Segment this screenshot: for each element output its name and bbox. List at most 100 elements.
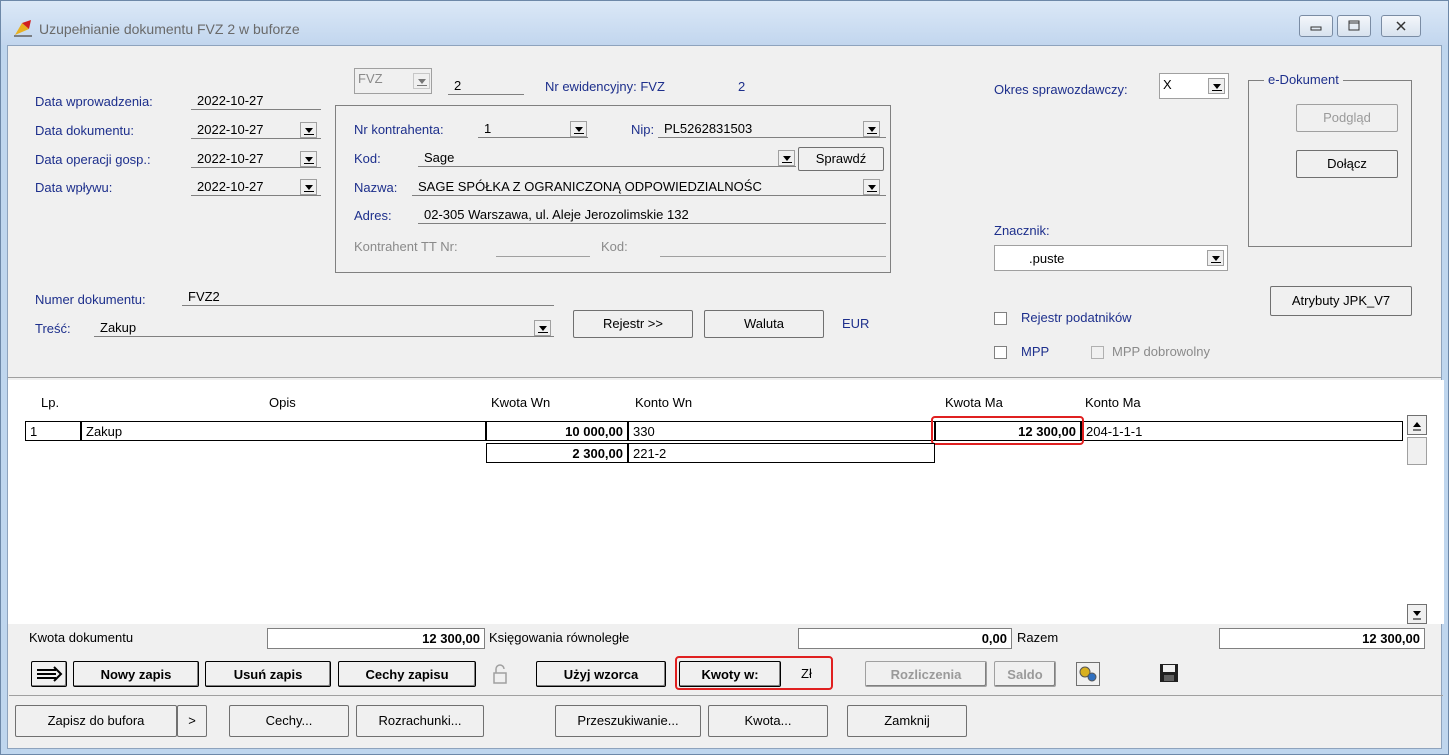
kod-dropdown-icon[interactable]: [778, 150, 795, 166]
data-wplywu-dropdown-icon[interactable]: [300, 179, 317, 195]
scroll-up-button[interactable]: [1407, 415, 1427, 435]
col-header-konto-ma: Konto Ma: [1085, 395, 1141, 410]
mpp-label: MPP: [1021, 344, 1050, 359]
kwota-button[interactable]: Kwota...: [708, 705, 828, 737]
data-wprowadzenia-label: Data wprowadzenia:: [35, 94, 153, 109]
okres-label: Okres sprawozdawczy:: [994, 82, 1128, 97]
row1-opis[interactable]: Zakup: [81, 421, 486, 441]
arrow-up-icon: [1413, 422, 1421, 431]
tresc-dropdown-icon[interactable]: [534, 320, 551, 336]
nazwa-label: Nazwa:: [354, 180, 398, 195]
uzyj-wzorca-button[interactable]: Użyj wzorca: [536, 661, 666, 687]
tresc-field[interactable]: Zakup: [94, 319, 554, 337]
numer-dokumentu-field[interactable]: FVZ2: [182, 288, 554, 306]
minimize-button[interactable]: [1299, 15, 1333, 37]
scroll-down-button[interactable]: [1407, 604, 1427, 624]
col-header-kwota-wn: Kwota Wn: [491, 395, 551, 410]
saldo-button[interactable]: Saldo: [994, 661, 1056, 687]
nowy-zapis-button[interactable]: Nowy zapis: [73, 661, 199, 687]
kod-field[interactable]: Sage: [418, 149, 796, 167]
zapisz-more-button[interactable]: >: [177, 705, 207, 737]
nazwa-field[interactable]: SAGE SPÓŁKA Z OGRANICZONĄ ODPOWIEDZIALNO…: [412, 178, 886, 196]
adres-label: Adres:: [354, 208, 392, 223]
znacznik-label: Znacznik:: [994, 223, 1050, 238]
cechy-zapisu-button[interactable]: Cechy zapisu: [338, 661, 476, 687]
nip-label: Nip:: [631, 122, 655, 137]
cechy-button[interactable]: Cechy...: [229, 705, 349, 737]
row1-konto-ma[interactable]: 204-1-1-1: [1081, 421, 1403, 441]
row1-konto-wn[interactable]: 330: [628, 421, 935, 441]
lock-icon[interactable]: [485, 663, 515, 687]
edokument-group-label: e-Dokument: [1264, 72, 1343, 87]
window-title: Uzupełnianie dokumentu FVZ 2 w buforze: [39, 21, 300, 37]
znacznik-select[interactable]: .puste: [994, 245, 1228, 271]
nr-kontrahenta-dropdown-icon[interactable]: [570, 121, 587, 137]
podglad-button[interactable]: Podgląd: [1296, 104, 1398, 132]
arrow-down-icon: [1413, 611, 1421, 620]
sprawdz-button[interactable]: Sprawdź: [798, 147, 884, 171]
nr-ewidencyjny-value: 2: [738, 79, 746, 94]
zamknij-button[interactable]: Zamknij: [847, 705, 967, 737]
close-button[interactable]: [1381, 15, 1421, 37]
col-header-lp: Lp.: [41, 395, 60, 410]
close-icon: [1396, 21, 1406, 31]
rozrachunki-button[interactable]: Rozrachunki...: [356, 705, 484, 737]
data-wplywu-label: Data wpływu:: [35, 180, 113, 195]
col-header-konto-wn: Konto Wn: [635, 395, 693, 410]
mpp-checkbox[interactable]: [994, 346, 1007, 359]
nip-field[interactable]: PL5262831503: [658, 120, 886, 138]
nr-kontrahenta-label: Nr kontrahenta:: [354, 122, 444, 137]
maximize-icon: [1348, 20, 1360, 31]
save-disk-icon[interactable]: [1158, 662, 1182, 686]
przeszukiwanie-button[interactable]: Przeszukiwanie...: [555, 705, 701, 737]
usun-zapis-button[interactable]: Usuń zapis: [205, 661, 331, 687]
numer-dokumentu-label: Numer dokumentu:: [35, 292, 146, 307]
app-window: Uzupełnianie dokumentu FVZ 2 w buforze D…: [0, 0, 1449, 755]
kwota-dokumentu-label: Kwota dokumentu: [29, 630, 134, 645]
data-dokumentu-dropdown-icon[interactable]: [300, 122, 317, 138]
entries-grid: [8, 380, 1444, 624]
rejestr-podatnikow-label: Rejestr podatników: [1021, 310, 1132, 325]
waluta-button[interactable]: Waluta: [704, 310, 824, 338]
maximize-button[interactable]: [1337, 15, 1371, 37]
nazwa-dropdown-icon[interactable]: [863, 179, 880, 195]
highlight-kwoty-w: [675, 656, 833, 690]
rejestr-podatnikow-checkbox[interactable]: [994, 312, 1007, 325]
rejestr-button[interactable]: Rejestr >>: [573, 310, 693, 338]
gears-icon[interactable]: [1076, 662, 1100, 686]
nip-dropdown-icon[interactable]: [863, 121, 880, 137]
okres-select[interactable]: X: [1159, 73, 1229, 99]
dolacz-button[interactable]: Dołącz: [1296, 150, 1398, 178]
col-header-opis: Opis: [269, 395, 296, 410]
mpp-dobrowolny-label: MPP dobrowolny: [1112, 344, 1211, 359]
okres-value: X: [1163, 77, 1172, 92]
razem-value: 12 300,00: [1219, 628, 1425, 649]
toggle-view-button[interactable]: [31, 661, 67, 687]
zapisz-do-bufora-button[interactable]: Zapisz do bufora: [15, 705, 177, 737]
col-header-kwota-ma: Kwota Ma: [945, 395, 1003, 410]
ksiegowania-label: Księgowania równoległe: [489, 630, 630, 645]
okres-dropdown-icon: [1208, 78, 1225, 94]
kwota-dokumentu-value: 12 300,00: [267, 628, 485, 649]
section-divider: [8, 377, 1441, 378]
scroll-thumb[interactable]: [1407, 437, 1427, 465]
mpp-dobrowolny-checkbox[interactable]: [1091, 346, 1104, 359]
row2-kwota-wn[interactable]: 2 300,00: [486, 443, 628, 463]
adres-field[interactable]: 02-305 Warszawa, ul. Aleje Jerozolimskie…: [418, 206, 886, 224]
kontrahent-tt-field: [496, 239, 590, 257]
data-wprowadzenia-field[interactable]: 2022-10-27: [191, 92, 321, 110]
title-bar: Uzupełnianie dokumentu FVZ 2 w buforze: [1, 1, 1448, 45]
row1-lp[interactable]: 1: [25, 421, 81, 441]
doc-type-select[interactable]: FVZ: [354, 68, 432, 94]
doc-type-dropdown-icon: [413, 73, 430, 89]
doc-number-field[interactable]: 2: [448, 77, 524, 95]
rozliczenia-button[interactable]: Rozliczenia: [865, 661, 987, 687]
data-dokumentu-label: Data dokumentu:: [35, 123, 135, 138]
data-operacji-dropdown-icon[interactable]: [300, 151, 317, 167]
nr-ewidencyjny-label: Nr ewidencyjny: FVZ: [545, 79, 665, 94]
row1-kwota-wn[interactable]: 10 000,00: [486, 421, 628, 441]
row2-konto-wn[interactable]: 221-2: [628, 443, 935, 463]
znacznik-dropdown-icon: [1207, 250, 1224, 266]
atrybuty-jpk-button[interactable]: Atrybuty JPK_V7: [1270, 286, 1412, 316]
app-logo-icon: [14, 20, 32, 37]
